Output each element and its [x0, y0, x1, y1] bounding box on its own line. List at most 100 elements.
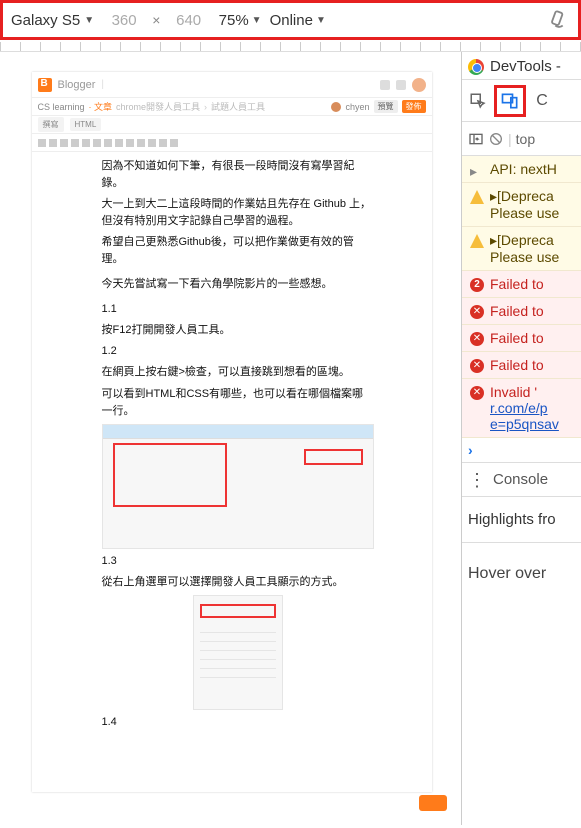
console-message: ✕ Failed to — [462, 352, 581, 379]
error-link[interactable]: r.com/e/p — [490, 400, 548, 416]
highlights-text: Highlights fro — [468, 511, 556, 528]
crumb-post: chrome開發人員工具 — [116, 100, 200, 113]
avatar[interactable] — [412, 78, 426, 92]
viewport-height-input[interactable] — [167, 12, 211, 29]
body-text: 希望自己更熟悉Github後，可以把作業做更有效的管理。 — [102, 234, 374, 268]
inspect-element-button[interactable] — [462, 85, 494, 117]
user-avatar-small — [331, 102, 341, 112]
rotate-button[interactable] — [548, 9, 570, 31]
devtools-toolbar: C — [462, 80, 581, 122]
more-icon[interactable] — [170, 139, 178, 147]
quote-icon[interactable] — [159, 139, 167, 147]
notifications-icon[interactable] — [396, 80, 406, 90]
device-name: Galaxy S5 — [11, 12, 80, 29]
user-name: chyen — [345, 102, 369, 112]
device-preview-pane: Blogger | CS learning · 文章 chrome開發人員工具 … — [0, 52, 461, 825]
devtools-panel: DevTools - C | top ▸ API: nextH — [461, 52, 581, 825]
undo-icon[interactable] — [38, 139, 46, 147]
blogger-logo-icon — [38, 78, 52, 92]
warning-icon — [470, 190, 484, 204]
blogger-editor: Blogger | CS learning · 文章 chrome開發人員工具 … — [32, 72, 432, 792]
console-message: 2 Failed to — [462, 271, 581, 298]
separator: | — [508, 131, 512, 147]
chevron-down-icon: ▼ — [316, 15, 326, 26]
compose-fab[interactable] — [419, 795, 447, 811]
section-label: · 文章 — [89, 100, 113, 113]
msg-text: Failed to — [490, 303, 544, 319]
body-text: 大一上到大二上這段時間的作業姑且先存在 Github 上，但沒有特別用文字記錄自… — [102, 196, 374, 230]
msg-text: ▸[DeprecaPlease use — [490, 188, 559, 221]
italic-icon[interactable] — [82, 139, 90, 147]
blog-title[interactable]: CS learning — [38, 102, 85, 112]
section-num: 1.4 — [102, 714, 374, 731]
error-icon: ✕ — [470, 332, 484, 346]
underline-icon[interactable] — [93, 139, 101, 147]
chevron-down-icon: ▼ — [252, 15, 262, 26]
error-count-badge: 2 — [470, 278, 484, 292]
preview-button[interactable]: 預覽 — [374, 100, 398, 113]
highlights-section: Highlights fro — [462, 497, 581, 543]
throttle-value: Online — [270, 12, 313, 29]
msg-text: ▸[DeprecaPlease use — [490, 232, 559, 265]
tab-html[interactable]: HTML — [70, 118, 102, 131]
font-icon[interactable] — [60, 139, 68, 147]
list-icon[interactable] — [148, 139, 156, 147]
main-area: Blogger | CS learning · 文章 chrome開發人員工具 … — [0, 52, 581, 825]
error-icon: ✕ — [470, 359, 484, 373]
device-selector[interactable]: Galaxy S5 ▼ — [11, 12, 94, 29]
section-num: 1.1 — [102, 301, 374, 318]
bold-icon[interactable] — [71, 139, 79, 147]
error-link[interactable]: e=p5qnsav — [490, 416, 559, 432]
warning-icon — [470, 234, 484, 248]
apps-icon[interactable] — [380, 80, 390, 90]
error-icon: ✕ — [470, 305, 484, 319]
console-messages: ▸ API: nextH ▸[DeprecaPlease use ▸[Depre… — [462, 156, 581, 463]
redo-icon[interactable] — [49, 139, 57, 147]
tab-compose[interactable]: 撰寫 — [38, 117, 64, 132]
clear-console-icon[interactable] — [488, 131, 504, 147]
drawer-tab-row: ⋮ Console — [462, 463, 581, 497]
drawer-console-tab[interactable]: Console — [493, 471, 548, 488]
msg-text: Failed to — [490, 330, 544, 346]
devtools-titlebar: DevTools - — [462, 52, 581, 80]
toggle-device-toolbar-button[interactable] — [494, 85, 526, 117]
devtools-title: DevTools - — [490, 58, 561, 75]
body-text: 從右上角選單可以選擇開發人員工具顯示的方式。 — [102, 574, 374, 591]
more-tabs[interactable]: C — [526, 85, 558, 117]
post-body[interactable]: 因為不知道如何下筆，有很長一段時間沒有寫學習紀錄。 大一上到大二上這段時間的作業… — [32, 152, 432, 792]
blogger-brand: Blogger — [58, 79, 96, 91]
body-text: 因為不知道如何下筆，有很長一段時間沒有寫學習紀錄。 — [102, 158, 374, 192]
console-prompt[interactable]: › — [462, 438, 581, 463]
publish-button[interactable]: 發佈 — [402, 100, 426, 113]
chrome-icon — [468, 59, 484, 75]
embedded-screenshot-2 — [193, 595, 283, 710]
kebab-menu-icon[interactable]: ⋮ — [468, 476, 485, 484]
ruler — [0, 42, 581, 52]
chevron-down-icon: ▼ — [84, 15, 94, 26]
crumb-sep: › — [204, 102, 207, 112]
device-toolbar: Galaxy S5 ▼ × 75% ▼ Online ▼ — [0, 0, 581, 40]
throttle-selector[interactable]: Online ▼ — [270, 12, 326, 29]
link-icon[interactable] — [115, 139, 123, 147]
blogger-header-right — [380, 78, 426, 92]
embedded-screenshot-1 — [102, 424, 374, 549]
body-text: 按F12打開開發人員工具。 — [102, 322, 374, 339]
console-message: ✕ Failed to — [462, 325, 581, 352]
msg-text: Failed to — [490, 357, 544, 373]
blogger-header: Blogger | — [32, 72, 432, 98]
zoom-value: 75% — [219, 12, 249, 29]
context-selector[interactable]: top — [516, 131, 535, 147]
image-icon[interactable] — [126, 139, 134, 147]
sidebar-toggle-icon[interactable] — [468, 131, 484, 147]
expand-icon[interactable]: ▸ — [470, 163, 484, 177]
crumb-current: 試題人員工具 — [211, 100, 265, 113]
console-message: ✕ Invalid ' r.com/e/p e=p5qnsav — [462, 379, 581, 438]
align-icon[interactable] — [137, 139, 145, 147]
console-context-row: | top — [462, 122, 581, 156]
viewport-width-input[interactable] — [102, 12, 146, 29]
color-icon[interactable] — [104, 139, 112, 147]
console-message: ▸[DeprecaPlease use — [462, 183, 581, 227]
error-icon: ✕ — [470, 386, 484, 400]
blogger-breadcrumb: CS learning · 文章 chrome開發人員工具 › 試題人員工具 c… — [32, 98, 432, 116]
zoom-selector[interactable]: 75% ▼ — [219, 12, 262, 29]
